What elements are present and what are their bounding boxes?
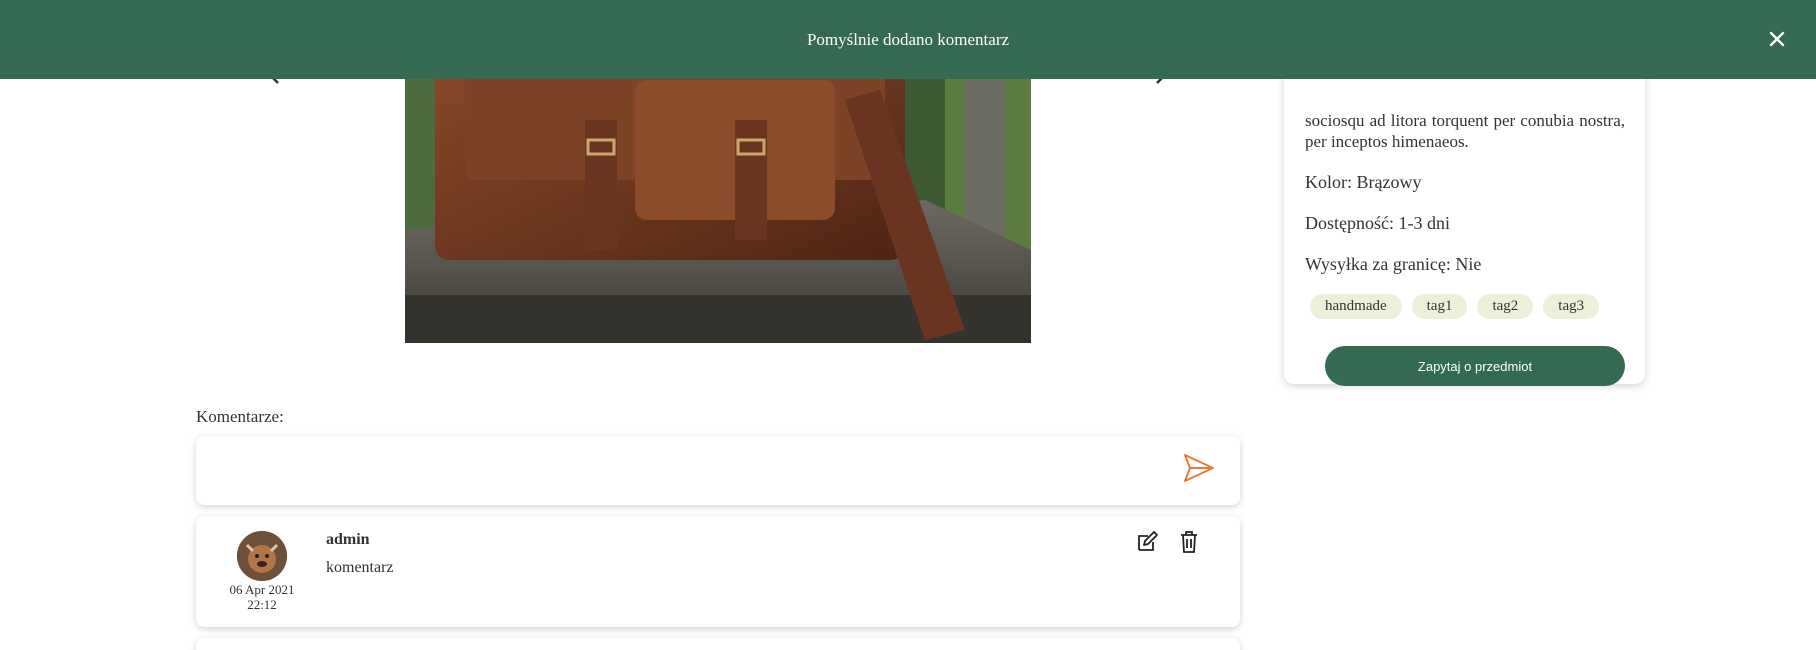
trash-icon[interactable] [1177, 530, 1201, 554]
product-info-card: sociosqu ad litora torquent per conubia … [1284, 40, 1645, 386]
comment-timestamp: 06 Apr 2021 22:12 [196, 582, 328, 612]
success-toast: Pomyślnie dodano komentarz [0, 0, 1816, 79]
edit-icon[interactable] [1135, 530, 1159, 554]
toast-message: Pomyślnie dodano komentarz [806, 29, 1010, 49]
comment-item: 06 Apr 2021 22:12 admin komentarz [196, 516, 1240, 627]
comment-input[interactable] [212, 454, 1142, 486]
product-availability: Dostępność: 1-3 dni [1305, 213, 1450, 233]
comment-text: komentarz [326, 559, 394, 576]
tag-chip[interactable]: handmade [1310, 294, 1402, 319]
comment-time: 22:12 [247, 597, 277, 612]
product-color: Kolor: Brązowy [1305, 172, 1422, 192]
comment-item [196, 638, 1240, 650]
tag-chip[interactable]: tag2 [1477, 294, 1534, 319]
comment-date: 06 Apr 2021 [229, 582, 295, 597]
tag-chip[interactable]: tag3 [1543, 294, 1600, 319]
product-image [405, 40, 1031, 343]
close-icon[interactable] [1768, 30, 1786, 48]
comments-heading: Komentarze: [196, 407, 284, 426]
tag-list: handmade tag1 tag2 tag3 [1310, 294, 1625, 319]
avatar [237, 531, 287, 581]
send-icon[interactable] [1182, 451, 1216, 485]
comment-author: admin [326, 531, 370, 548]
product-description: sociosqu ad litora torquent per conubia … [1305, 111, 1625, 151]
comment-input-box [196, 436, 1240, 505]
product-shipping-abroad: Wysyłka za granicę: Nie [1305, 254, 1482, 274]
ask-about-item-button[interactable]: Zapytaj o przedmiot [1325, 346, 1625, 386]
tag-chip[interactable]: tag1 [1411, 294, 1468, 319]
